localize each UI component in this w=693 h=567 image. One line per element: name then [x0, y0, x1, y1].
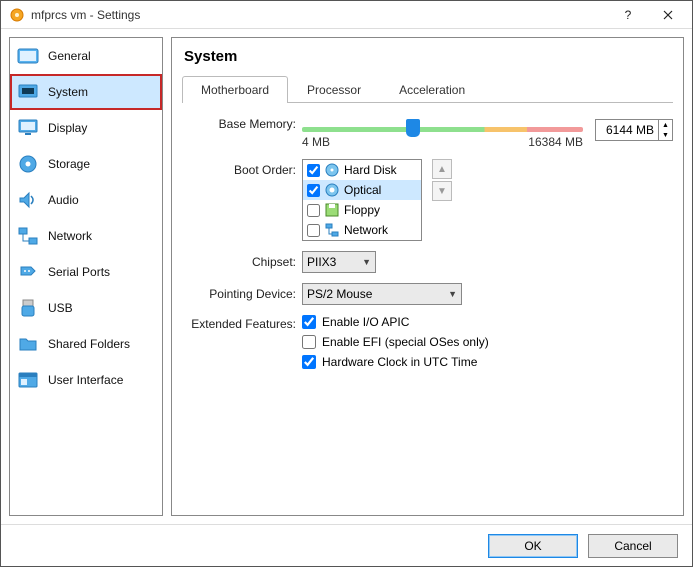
base-memory-slider[interactable]: 4 MB 16384 MB	[302, 117, 583, 143]
sidebar-item-label: USB	[48, 301, 73, 315]
boot-order-list[interactable]: Hard Disk Optical Floppy	[302, 159, 422, 241]
sidebar-item-audio[interactable]: Audio	[10, 182, 162, 218]
boot-move-down-button[interactable]: ▼	[432, 181, 452, 201]
audio-icon	[16, 188, 40, 212]
shared-folders-icon	[16, 332, 40, 356]
floppy-icon	[324, 202, 340, 218]
display-icon	[16, 116, 40, 140]
boot-check-harddisk[interactable]	[307, 164, 320, 177]
boot-item-label: Optical	[344, 183, 381, 197]
pointing-row: Pointing Device: PS/2 Mouse ▼	[182, 283, 673, 305]
sidebar-item-network[interactable]: Network	[10, 218, 162, 254]
boot-item-label: Hard Disk	[344, 163, 397, 177]
boot-item-harddisk[interactable]: Hard Disk	[303, 160, 421, 180]
chipset-value: PIIX3	[307, 255, 336, 269]
pointing-label: Pointing Device:	[182, 287, 302, 301]
titlebar: mfprcs vm - Settings ?	[1, 1, 692, 29]
boot-check-floppy[interactable]	[307, 204, 320, 217]
pointing-value: PS/2 Mouse	[307, 287, 372, 301]
sidebar-item-shared-folders[interactable]: Shared Folders	[10, 326, 162, 362]
sidebar-item-storage[interactable]: Storage	[10, 146, 162, 182]
optical-icon	[324, 182, 340, 198]
ext-label: Enable EFI (special OSes only)	[322, 335, 489, 349]
boot-move-up-button[interactable]: ▲	[432, 159, 452, 179]
sidebar-item-label: Audio	[48, 193, 79, 207]
boot-item-optical[interactable]: Optical	[303, 180, 421, 200]
harddisk-icon	[324, 162, 340, 178]
slider-min-label: 4 MB	[302, 135, 330, 149]
footer: OK Cancel	[1, 524, 692, 566]
boot-order-label: Boot Order:	[182, 159, 302, 177]
boot-check-network[interactable]	[307, 224, 320, 237]
sidebar: General System Display Storage Audio Net…	[9, 37, 163, 516]
tab-acceleration[interactable]: Acceleration	[380, 76, 484, 103]
boot-item-floppy[interactable]: Floppy	[303, 200, 421, 220]
storage-icon	[16, 152, 40, 176]
base-memory-input[interactable]	[596, 120, 658, 140]
ext-feat-utc[interactable]: Hardware Clock in UTC Time	[302, 355, 489, 369]
window-title: mfprcs vm - Settings	[31, 8, 608, 22]
sidebar-item-system[interactable]: System	[10, 74, 162, 110]
page-title: System	[184, 48, 671, 65]
chipset-select[interactable]: PIIX3 ▼	[302, 251, 376, 273]
user-interface-icon	[16, 368, 40, 392]
extended-row: Extended Features: Enable I/O APIC Enabl…	[182, 315, 673, 369]
app-icon	[9, 7, 25, 23]
sidebar-item-label: Shared Folders	[48, 337, 130, 351]
tab-motherboard[interactable]: Motherboard	[182, 76, 288, 103]
network-icon	[16, 224, 40, 248]
system-icon	[16, 80, 40, 104]
sidebar-item-label: Storage	[48, 157, 90, 171]
boot-check-optical[interactable]	[307, 184, 320, 197]
help-button[interactable]: ?	[608, 1, 648, 29]
content-area: General System Display Storage Audio Net…	[1, 29, 692, 524]
close-button[interactable]	[648, 1, 688, 29]
sidebar-item-label: General	[48, 49, 91, 63]
chipset-label: Chipset:	[182, 255, 302, 269]
ext-check-utc[interactable]	[302, 355, 316, 369]
ext-check-efi[interactable]	[302, 335, 316, 349]
sidebar-item-usb[interactable]: USB	[10, 290, 162, 326]
sidebar-item-user-interface[interactable]: User Interface	[10, 362, 162, 398]
sidebar-item-label: System	[48, 85, 88, 99]
sidebar-item-label: User Interface	[48, 373, 123, 387]
general-icon	[16, 44, 40, 68]
sidebar-item-serial-ports[interactable]: Serial Ports	[10, 254, 162, 290]
base-memory-spinbox[interactable]: ▲ ▼	[595, 119, 673, 141]
serial-ports-icon	[16, 260, 40, 284]
sidebar-item-label: Serial Ports	[48, 265, 110, 279]
pointing-select[interactable]: PS/2 Mouse ▼	[302, 283, 462, 305]
ext-label: Hardware Clock in UTC Time	[322, 355, 477, 369]
sidebar-item-label: Display	[48, 121, 87, 135]
sidebar-item-label: Network	[48, 229, 92, 243]
extended-label: Extended Features:	[182, 315, 302, 331]
spin-up-icon[interactable]: ▲	[658, 120, 672, 130]
tabs: Motherboard Processor Acceleration	[182, 75, 673, 103]
boot-item-label: Floppy	[344, 203, 380, 217]
boot-order-row: Boot Order: Hard Disk Optical	[182, 159, 673, 241]
spin-down-icon[interactable]: ▼	[658, 130, 672, 140]
boot-item-label: Network	[344, 223, 388, 237]
main-panel: System Motherboard Processor Acceleratio…	[171, 37, 684, 516]
ext-check-ioapic[interactable]	[302, 315, 316, 329]
ext-feat-efi[interactable]: Enable EFI (special OSes only)	[302, 335, 489, 349]
slider-max-label: 16384 MB	[528, 135, 583, 149]
usb-icon	[16, 296, 40, 320]
tab-processor[interactable]: Processor	[288, 76, 380, 103]
base-memory-label: Base Memory:	[182, 117, 302, 131]
ext-feat-ioapic[interactable]: Enable I/O APIC	[302, 315, 489, 329]
sidebar-item-general[interactable]: General	[10, 38, 162, 74]
chevron-down-icon: ▼	[448, 289, 457, 299]
ok-button[interactable]: OK	[488, 534, 578, 558]
chipset-row: Chipset: PIIX3 ▼	[182, 251, 673, 273]
sidebar-item-display[interactable]: Display	[10, 110, 162, 146]
ext-label: Enable I/O APIC	[322, 315, 409, 329]
chevron-down-icon: ▼	[362, 257, 371, 267]
boot-item-network[interactable]: Network	[303, 220, 421, 240]
cancel-button[interactable]: Cancel	[588, 534, 678, 558]
base-memory-row: Base Memory: 4 MB 16384 MB ▲ ▼	[182, 117, 673, 143]
network-boot-icon	[324, 222, 340, 238]
